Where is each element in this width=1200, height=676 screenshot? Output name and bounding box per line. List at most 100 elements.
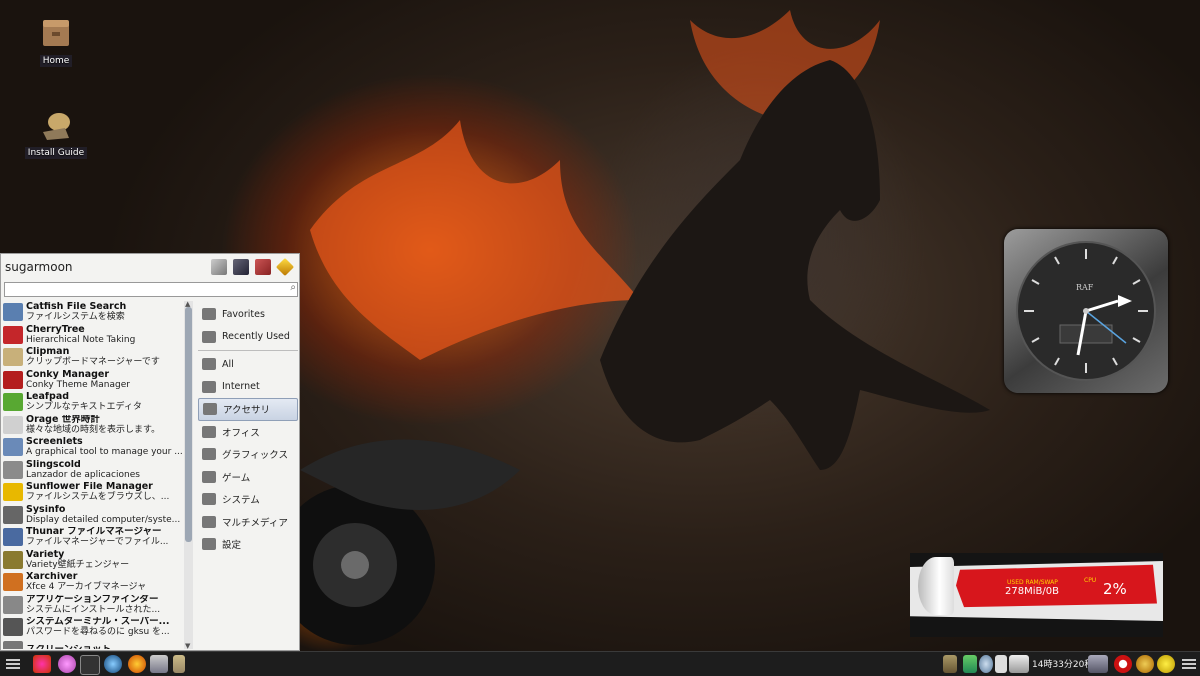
app-description: ファイルマネージャーでファイル... [26, 537, 169, 548]
user-tray-icon[interactable] [1157, 655, 1175, 673]
app-item[interactable]: アプリケーションファインダー システムにインストールされた... [3, 594, 183, 617]
cpu-value: 2% [1103, 580, 1127, 598]
app-item[interactable]: スクリーンショット [3, 639, 183, 649]
category-label: システム [222, 495, 260, 507]
category-item[interactable]: 設定 [198, 533, 298, 556]
category-label: Favorites [222, 308, 265, 320]
file-manager-icon[interactable] [58, 655, 76, 673]
category-item[interactable]: オフィス [198, 421, 298, 444]
system-monitor-widget: USED RAM/SWAP 278MiB/0B CPU 2% [910, 553, 1163, 637]
app-description: Xfce 4 アーカイブマネージャ [26, 582, 147, 593]
app-description: ファイルシステムを検索 [26, 312, 125, 323]
app-item[interactable]: Xarchiver Xfce 4 アーカイブマネージャ [3, 571, 183, 594]
search-icon: ⌕ [290, 282, 296, 293]
app-item[interactable]: Leafpad シンプルなテキストエディタ [3, 391, 183, 414]
category-list: Favorites Recently Used All Internet アクセサリオフ… [198, 303, 298, 556]
app-item[interactable]: Thunar ファイルマネージャー ファイルマネージャーでファイル... [3, 526, 183, 549]
app-name: Orage 世界時計 [26, 414, 100, 425]
app-item[interactable]: Orage 世界時計 様々な地域の時刻を表示します。 [3, 414, 183, 437]
app-icon [3, 393, 23, 412]
category-label: アクセサリ [223, 405, 271, 417]
category-item[interactable]: マルチメディア [198, 511, 298, 534]
notes-tray-icon[interactable] [943, 655, 957, 673]
category-icon [202, 330, 216, 343]
scrollbar-thumb[interactable] [185, 307, 192, 542]
desktop-icon-label: Install Guide [24, 147, 88, 159]
app-item[interactable]: Catfish File Search ファイルシステムを検索 [3, 301, 183, 324]
paper-curl [918, 557, 954, 615]
install-guide-icon [39, 110, 73, 144]
show-desktop-icon[interactable] [1180, 655, 1198, 673]
scroll-down-icon[interactable]: ▼ [185, 642, 190, 650]
category-label: マルチメディア [222, 517, 288, 529]
app-icon [3, 348, 23, 367]
app-launcher-icon[interactable] [33, 655, 51, 673]
app-icon [3, 415, 23, 434]
lock-screen-icon[interactable] [233, 259, 249, 275]
application-menu: sugarmoon ⌕ Catfish File Search ファイルシステムを… [0, 253, 300, 651]
category-label: 設定 [222, 540, 242, 552]
app-name: Clipman [26, 347, 70, 358]
app-item[interactable]: Clipman クリップボードマネージャーです [3, 346, 183, 369]
desktop-icon-home[interactable]: Home [16, 18, 96, 67]
category-label: Recently Used [222, 331, 290, 343]
application-list-scrollbar[interactable]: ▲ ▼ [184, 300, 193, 650]
power-icon[interactable] [1114, 655, 1132, 673]
category-item[interactable]: ゲーム [198, 466, 298, 489]
app-name: Slingscold [26, 459, 81, 470]
display-icon[interactable] [1009, 655, 1029, 673]
firefox-icon[interactable] [128, 655, 146, 673]
volume-icon[interactable] [995, 655, 1007, 673]
category-item[interactable]: グラフィックス [198, 443, 298, 466]
app-name: Screenlets [26, 437, 83, 448]
app-item[interactable]: Sunflower File Manager ファイルシステムをブラウズし、... [3, 481, 183, 504]
app-description: Lanzador de aplicaciones [26, 469, 140, 480]
category-icon [202, 448, 216, 461]
app-item[interactable]: Sysinfo Display detailed computer/syste..… [3, 504, 183, 527]
clock-widget[interactable]: RAF [1004, 229, 1168, 393]
category-icon [202, 515, 216, 528]
category-item[interactable]: アクセサリ [198, 398, 298, 421]
app-item[interactable]: Slingscold Lanzador de aplicaciones [3, 459, 183, 482]
archive-icon[interactable] [173, 655, 185, 673]
app-item[interactable]: CherryTree Hierarchical Note Taking [3, 324, 183, 347]
app-item[interactable]: Conky Manager Conky Theme Manager [3, 369, 183, 392]
app-icon [3, 618, 23, 637]
category-item[interactable]: All [198, 353, 298, 376]
category-item[interactable]: システム [198, 488, 298, 511]
app-item[interactable]: Screenlets A graphical tool to manage you… [3, 436, 183, 459]
desktop-icon-install-guide[interactable]: Install Guide [16, 110, 96, 159]
update-notifier-icon[interactable] [1136, 655, 1154, 673]
screenshot-icon[interactable] [150, 655, 168, 673]
app-icon [3, 505, 23, 524]
shield-icon[interactable] [963, 655, 977, 673]
logout-icon[interactable] [275, 257, 295, 277]
terminal-icon[interactable] [80, 655, 100, 675]
clock-brand: RAF [1076, 283, 1094, 292]
app-name: Sunflower File Manager [26, 482, 153, 493]
app-item[interactable]: システムターミナル・スーパー... パスワードを尋ねるのに gksu を... [3, 616, 183, 639]
web-browser-icon[interactable] [104, 655, 122, 673]
category-item[interactable]: Favorites [198, 303, 298, 326]
monitor-tray-icon[interactable] [1088, 655, 1108, 673]
category-separator [198, 350, 298, 351]
menu-icon[interactable] [4, 655, 22, 673]
search-input[interactable]: ⌕ [4, 282, 298, 297]
category-icon [202, 380, 216, 393]
app-description: Variety壁紙チェンジャー [26, 559, 130, 570]
category-icon [202, 308, 216, 321]
settings-manager-icon[interactable] [211, 259, 227, 275]
category-item[interactable]: Recently Used [198, 326, 298, 349]
app-description: システムにインストールされた... [26, 604, 161, 615]
category-icon [202, 358, 216, 371]
category-icon [202, 470, 216, 483]
taskbar-clock[interactable]: 14時33分20秒 [1032, 657, 1093, 670]
app-item[interactable]: Variety Variety壁紙チェンジャー [3, 549, 183, 572]
network-icon[interactable] [979, 655, 993, 673]
switch-user-icon[interactable] [255, 259, 271, 275]
app-name: Conky Manager [26, 369, 110, 380]
app-name: Sysinfo [26, 504, 66, 515]
app-name: アプリケーションファインダー [26, 594, 159, 605]
category-item[interactable]: Internet [198, 376, 298, 399]
app-name: システムターミナル・スーパー... [26, 617, 170, 628]
